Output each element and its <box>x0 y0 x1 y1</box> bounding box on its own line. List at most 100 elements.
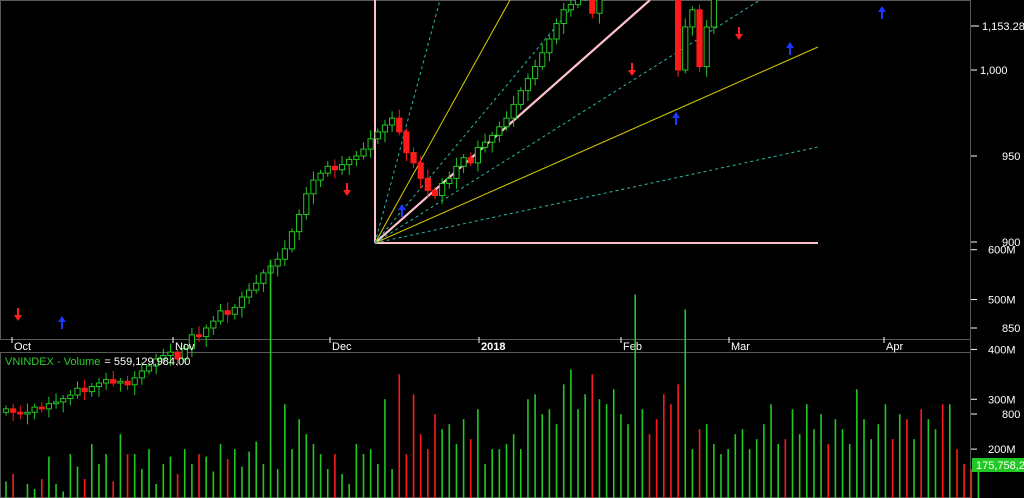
volume-bar <box>326 469 329 498</box>
volume-bar <box>970 469 973 498</box>
candle-body <box>274 258 281 267</box>
month-label: 2018 <box>481 341 505 353</box>
candle-body <box>496 126 503 136</box>
volume-bar <box>755 439 758 498</box>
candle-body <box>517 90 524 105</box>
volume-bar <box>705 424 708 498</box>
candle-body <box>45 403 52 410</box>
buy-arrow <box>786 42 794 48</box>
volume-bar <box>76 466 79 498</box>
volume-bar <box>405 454 408 498</box>
volume-bar <box>591 374 594 498</box>
candle-body <box>710 0 717 28</box>
volume-bar <box>226 459 229 498</box>
candle-body <box>224 310 231 315</box>
sell-arrow <box>735 34 743 40</box>
volume-bar <box>877 424 880 498</box>
volume-last-label: 175,758,2 <box>976 460 1024 472</box>
candle-body <box>567 4 574 11</box>
volume-bar <box>820 414 822 498</box>
volume-bar <box>169 456 172 498</box>
volume-bar <box>870 439 872 498</box>
volume-bar <box>276 469 279 498</box>
candle-body <box>360 148 367 157</box>
volume-bar <box>920 409 922 498</box>
volume-bar <box>670 404 672 498</box>
volume-bar <box>520 449 522 498</box>
candle-body <box>453 165 460 179</box>
volume-bar <box>913 439 915 498</box>
candle-body <box>17 411 24 415</box>
sell-arrow-stem <box>346 183 348 190</box>
volume-bar <box>677 384 679 498</box>
volume-bar <box>312 444 315 498</box>
volume-bar <box>133 454 136 498</box>
volume-bar <box>827 444 830 498</box>
volume-bar <box>634 294 636 498</box>
candle-body <box>67 394 74 400</box>
volume-tick-label: 600M <box>988 245 1016 257</box>
candle-body <box>217 310 224 322</box>
volume-bar <box>255 441 258 498</box>
volume-bar <box>505 444 508 498</box>
month-label: Apr <box>886 341 903 353</box>
candle-body <box>338 164 346 171</box>
volume-bar <box>684 309 687 498</box>
volume-bar <box>941 404 944 498</box>
volume-value: 559,129,984.00 <box>114 356 190 368</box>
volume-bar <box>663 394 665 498</box>
volume-bar <box>605 404 608 498</box>
candle-body <box>374 131 381 140</box>
last-price-label: 1,153.28 <box>982 21 1024 33</box>
candle-body <box>317 172 324 181</box>
volume-bar <box>512 434 515 498</box>
month-label: Feb <box>623 341 642 353</box>
month-label: Oct <box>14 341 31 353</box>
candle-body <box>474 146 481 164</box>
sell-arrow <box>343 190 351 196</box>
volume-bar <box>562 384 565 498</box>
candle-body <box>675 0 682 71</box>
buy-arrow-stem <box>789 48 791 55</box>
volume-series-name: VNINDEX - Volume <box>5 356 100 368</box>
volume-bar <box>734 434 737 498</box>
volume-bar <box>341 474 343 498</box>
volume-bar <box>748 449 751 498</box>
candle-body <box>460 157 467 167</box>
volume-bar <box>934 429 937 498</box>
candle-body <box>260 272 267 284</box>
volume-legend: VNINDEX - Volume = 559,129,984.00 <box>5 356 190 368</box>
candle-body <box>331 165 338 171</box>
volume-bar <box>469 439 472 498</box>
candle-body <box>203 327 210 338</box>
volume-bar <box>219 444 222 498</box>
candle-body <box>231 306 238 315</box>
volume-axis: 600M 500M 400M 300M 200M <box>971 245 1016 456</box>
volume-bar <box>205 456 207 498</box>
volume-bar <box>33 488 36 498</box>
candle-body <box>117 380 124 384</box>
volume-bar <box>348 484 350 498</box>
volume-bar <box>198 454 200 498</box>
buy-arrow <box>398 204 406 210</box>
buy-arrow-stem <box>61 322 63 329</box>
volume-bar <box>234 449 236 498</box>
candle-body <box>24 411 31 415</box>
candle-body <box>703 26 710 68</box>
price-panel-frame <box>0 0 971 340</box>
candle-body <box>431 189 439 197</box>
volume-bar <box>727 449 729 498</box>
volume-bars <box>5 259 980 498</box>
candle-body <box>253 282 260 291</box>
candle-body <box>510 103 517 119</box>
candle-body <box>74 387 81 396</box>
volume-bar <box>527 399 529 498</box>
volume-bar <box>62 491 64 498</box>
volume-bar <box>713 444 715 498</box>
candle-body <box>131 377 138 386</box>
candle-body <box>60 398 67 403</box>
volume-bar <box>112 481 115 498</box>
stock-chart: 8008509009501,0001,0501,100 OctNovDec201… <box>0 0 1024 498</box>
volume-bar <box>298 419 300 498</box>
volume-bar <box>598 399 601 498</box>
